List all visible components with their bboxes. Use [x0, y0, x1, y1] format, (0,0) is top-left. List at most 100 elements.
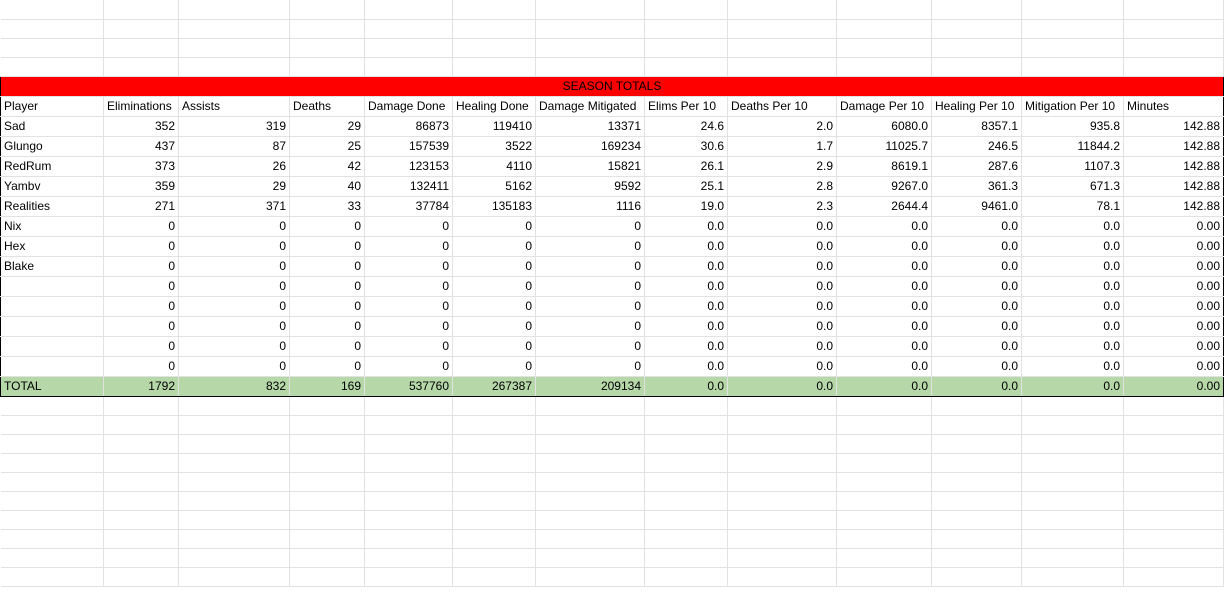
stat-cell[interactable]: 25: [289, 136, 365, 157]
empty-cell[interactable]: [1021, 19, 1124, 39]
empty-cell[interactable]: [364, 491, 453, 511]
stat-cell[interactable]: 11025.7: [836, 136, 932, 157]
stat-cell[interactable]: 1116: [535, 196, 645, 217]
empty-cell[interactable]: [836, 529, 932, 549]
stat-cell[interactable]: 0: [103, 336, 179, 357]
empty-cell[interactable]: [644, 472, 728, 492]
empty-cell[interactable]: [364, 510, 453, 530]
empty-cell[interactable]: [931, 491, 1022, 511]
empty-cell[interactable]: [452, 567, 536, 587]
empty-cell[interactable]: [452, 415, 536, 435]
empty-cell[interactable]: [1123, 19, 1224, 39]
stat-cell[interactable]: 9461.0: [931, 196, 1022, 217]
empty-cell[interactable]: [836, 491, 932, 511]
empty-cell[interactable]: [1021, 38, 1124, 58]
stat-cell[interactable]: 0.0: [1021, 256, 1124, 277]
empty-cell[interactable]: [364, 57, 453, 77]
empty-cell[interactable]: [452, 472, 536, 492]
stat-cell[interactable]: 0: [178, 356, 290, 377]
empty-cell[interactable]: [535, 567, 645, 587]
empty-cell[interactable]: [1123, 415, 1224, 435]
empty-cell[interactable]: [931, 38, 1022, 58]
empty-cell[interactable]: [289, 472, 365, 492]
empty-cell[interactable]: [1021, 415, 1124, 435]
stat-cell[interactable]: 0: [103, 316, 179, 337]
empty-cell[interactable]: [727, 472, 837, 492]
stat-cell[interactable]: 0: [178, 296, 290, 317]
empty-cell[interactable]: [364, 453, 453, 473]
player-name-cell[interactable]: RedRum: [0, 156, 104, 177]
empty-cell[interactable]: [535, 57, 645, 77]
total-cell[interactable]: 0.0: [931, 375, 1022, 397]
empty-cell[interactable]: [103, 415, 179, 435]
empty-cell[interactable]: [535, 0, 645, 20]
empty-cell[interactable]: [727, 453, 837, 473]
empty-cell[interactable]: [0, 453, 104, 473]
empty-cell[interactable]: [1021, 567, 1124, 587]
empty-cell[interactable]: [1021, 472, 1124, 492]
column-header[interactable]: Player: [0, 96, 104, 117]
stat-cell[interactable]: 26.1: [644, 156, 728, 177]
empty-cell[interactable]: [836, 0, 932, 20]
column-header[interactable]: Assists: [178, 96, 290, 117]
empty-cell[interactable]: [364, 38, 453, 58]
empty-cell[interactable]: [644, 548, 728, 568]
empty-cell[interactable]: [931, 453, 1022, 473]
stat-cell[interactable]: 26: [178, 156, 290, 177]
stat-cell[interactable]: 142.88: [1123, 196, 1224, 217]
empty-cell[interactable]: [452, 548, 536, 568]
empty-cell[interactable]: [178, 19, 290, 39]
stat-cell[interactable]: 0: [289, 296, 365, 317]
empty-cell[interactable]: [644, 491, 728, 511]
total-cell[interactable]: 832: [178, 375, 290, 397]
total-cell[interactable]: 0.0: [727, 375, 837, 397]
stat-cell[interactable]: 0: [178, 216, 290, 237]
stat-cell[interactable]: 0: [364, 276, 453, 297]
stat-cell[interactable]: 0.0: [931, 336, 1022, 357]
empty-cell[interactable]: [931, 434, 1022, 454]
stat-cell[interactable]: 0.0: [644, 296, 728, 317]
stat-cell[interactable]: 4110: [452, 156, 536, 177]
empty-cell[interactable]: [836, 453, 932, 473]
empty-cell[interactable]: [103, 472, 179, 492]
empty-cell[interactable]: [727, 567, 837, 587]
player-name-cell[interactable]: [0, 276, 104, 297]
empty-cell[interactable]: [727, 434, 837, 454]
player-name-cell[interactable]: Yambv: [0, 176, 104, 197]
empty-cell[interactable]: [178, 0, 290, 20]
empty-cell[interactable]: [178, 57, 290, 77]
empty-cell[interactable]: [1123, 396, 1224, 416]
stat-cell[interactable]: 246.5: [931, 136, 1022, 157]
stat-cell[interactable]: 271: [103, 196, 179, 217]
total-cell[interactable]: 209134: [535, 375, 645, 397]
empty-cell[interactable]: [178, 396, 290, 416]
column-header[interactable]: Healing Done: [452, 96, 536, 117]
player-name-cell[interactable]: Glungo: [0, 136, 104, 157]
empty-cell[interactable]: [1123, 567, 1224, 587]
stat-cell[interactable]: 2.0: [727, 116, 837, 137]
stat-cell[interactable]: 9592: [535, 176, 645, 197]
empty-cell[interactable]: [0, 529, 104, 549]
stat-cell[interactable]: 0.0: [644, 216, 728, 237]
stat-cell[interactable]: 0.0: [644, 256, 728, 277]
empty-cell[interactable]: [178, 472, 290, 492]
stat-cell[interactable]: 0: [289, 316, 365, 337]
stat-cell[interactable]: 0: [452, 276, 536, 297]
empty-cell[interactable]: [178, 510, 290, 530]
sheet-title[interactable]: SEASON TOTALS: [0, 75, 1224, 97]
stat-cell[interactable]: 6080.0: [836, 116, 932, 137]
empty-cell[interactable]: [644, 57, 728, 77]
empty-cell[interactable]: [364, 19, 453, 39]
empty-cell[interactable]: [644, 38, 728, 58]
empty-cell[interactable]: [535, 396, 645, 416]
stat-cell[interactable]: 9267.0: [836, 176, 932, 197]
stat-cell[interactable]: 0.0: [727, 216, 837, 237]
stat-cell[interactable]: 0.0: [727, 336, 837, 357]
empty-cell[interactable]: [1123, 491, 1224, 511]
stat-cell[interactable]: 13371: [535, 116, 645, 137]
stat-cell[interactable]: 142.88: [1123, 176, 1224, 197]
empty-cell[interactable]: [836, 19, 932, 39]
empty-cell[interactable]: [836, 38, 932, 58]
empty-cell[interactable]: [836, 567, 932, 587]
empty-cell[interactable]: [0, 396, 104, 416]
